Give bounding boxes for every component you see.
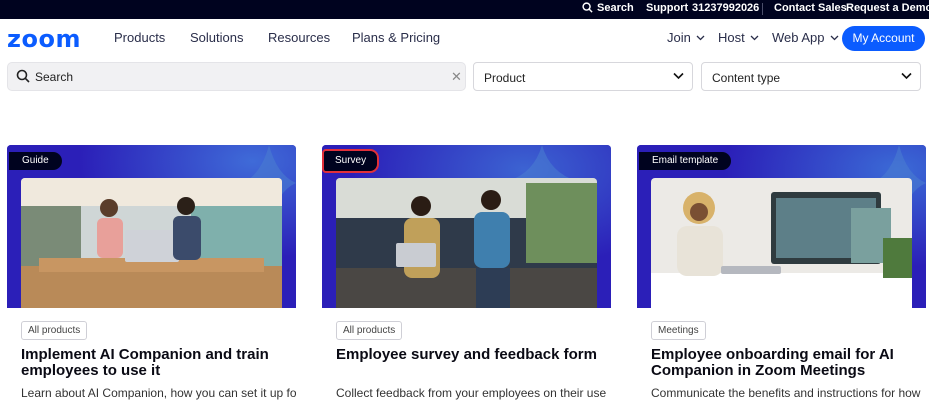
content-type-select[interactable]: Content type (701, 62, 921, 91)
content-type-badge: Survey (322, 149, 380, 173)
topbar-divider (762, 3, 763, 15)
card-description: Learn about AI Companion, how you can se… (21, 386, 296, 400)
product-tag[interactable]: All products (21, 321, 88, 340)
nav-web-app[interactable]: Web App (772, 30, 839, 45)
product-tag[interactable]: All products (336, 321, 403, 340)
chevron-down-icon (696, 35, 705, 41)
nav-join-label: Join (667, 30, 691, 45)
chevron-down-icon (673, 72, 684, 80)
nav-plans-pricing[interactable]: Plans & Pricing (352, 30, 440, 45)
card-title[interactable]: Implement AI Companion and train employe… (21, 347, 296, 379)
card-title[interactable]: Employee onboarding email for AI Compani… (651, 347, 926, 379)
contact-sales-link[interactable]: Contact Sales (774, 0, 847, 19)
product-select[interactable]: Product (473, 62, 693, 91)
card-description: Communicate the benefits and instruction… (651, 386, 921, 400)
support-link[interactable]: Support (646, 0, 688, 19)
card-media: Survey (322, 145, 611, 308)
nav-host[interactable]: Host (718, 30, 759, 45)
search-icon (16, 69, 30, 83)
topbar-search-label: Search (597, 2, 634, 14)
nav-resources[interactable]: Resources (268, 30, 330, 45)
content-type-badge: Email template (639, 152, 732, 170)
product-tag[interactable]: Meetings (651, 321, 706, 340)
utility-bar: Search Support 31237992026 Contact Sales… (0, 0, 929, 19)
my-account-button[interactable]: My Account (842, 26, 925, 51)
nav-join[interactable]: Join (667, 30, 705, 45)
card-image (651, 178, 912, 308)
phone-number-link[interactable]: 31237992026 (692, 0, 759, 19)
card-title[interactable]: Employee survey and feedback form (336, 347, 611, 363)
main-nav: zoom Products Solutions Resources Plans … (0, 19, 929, 59)
chevron-down-icon (830, 35, 838, 41)
card-image (21, 178, 282, 308)
topbar-search-link[interactable]: Search (582, 0, 634, 19)
chevron-down-icon (750, 35, 759, 41)
resource-card[interactable]: Guide All products Implement AI Companio… (7, 145, 296, 400)
search-icon (582, 2, 593, 13)
card-media: Guide (7, 145, 296, 308)
nav-products[interactable]: Products (114, 30, 165, 45)
request-demo-link[interactable]: Request a Demo (846, 0, 929, 19)
chevron-down-icon (901, 72, 912, 80)
clear-icon[interactable]: ✕ (451, 70, 462, 84)
nav-web-app-label: Web App (772, 30, 825, 45)
nav-host-label: Host (718, 30, 745, 45)
content-type-select-label: Content type (712, 71, 781, 85)
resource-card[interactable]: Email template Meetings Employee onboard… (637, 145, 926, 400)
card-image (336, 178, 597, 308)
card-description: Collect feedback from your employees on … (336, 386, 607, 400)
zoom-logo[interactable]: zoom (7, 25, 81, 53)
search-box[interactable]: Search ✕ (7, 62, 466, 91)
resource-card[interactable]: Survey All products Employee survey and … (322, 145, 611, 400)
card-media: Email template (637, 145, 926, 308)
nav-solutions[interactable]: Solutions (190, 30, 243, 45)
search-input[interactable]: Search (35, 70, 73, 84)
product-select-label: Product (484, 71, 526, 85)
content-type-badge: Guide (9, 152, 62, 170)
